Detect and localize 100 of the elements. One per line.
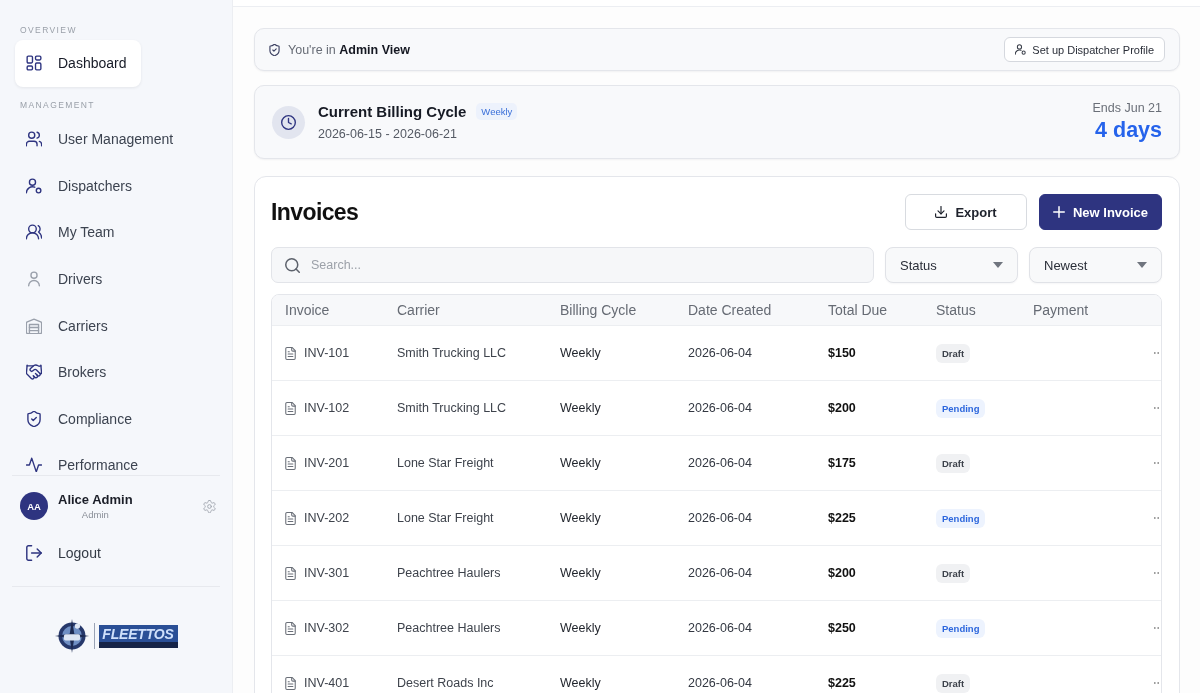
status-badge: Pending <box>936 508 986 528</box>
nav-item[interactable]: Carriers <box>15 302 122 349</box>
document-icon <box>285 676 296 690</box>
nav-item[interactable]: Dispatchers <box>15 162 146 210</box>
table-cell-text: 2026-06-04 <box>688 676 753 690</box>
export-button[interactable]: Export <box>905 194 1027 230</box>
download-icon <box>935 206 948 218</box>
nav-item[interactable]: Brokers <box>15 348 121 396</box>
table-cell-text: Weekly <box>560 621 602 635</box>
caret-icon <box>993 262 1003 268</box>
table-cell: INV-201 <box>304 456 350 470</box>
column-header: Total Due <box>828 302 889 318</box>
table-cell-text: $225 <box>828 511 857 525</box>
table-cell-text: 2026-06-04 <box>688 346 753 360</box>
handshake-icon <box>26 364 42 381</box>
user-role: Admin <box>80 509 110 520</box>
date-range: 2026-06-15 - 2026-06-21 <box>318 127 458 141</box>
search-field[interactable]: Search... <box>271 247 874 283</box>
table-cell: INV-101 <box>304 346 350 360</box>
logo-wordmark: FLEETTOS <box>99 624 178 648</box>
nav-item[interactable]: Compliance <box>15 395 146 443</box>
table-cell-text: Weekly <box>560 401 602 415</box>
table-cell-text: $250 <box>828 621 857 635</box>
table-cell-text: 2026-06-04 <box>688 401 753 415</box>
nav-item[interactable]: Performance <box>15 442 153 472</box>
table-cell: INV-301 <box>304 566 350 580</box>
document-icon <box>285 511 296 525</box>
dispatcher-profile-button[interactable]: Set up Dispatcher Profile <box>1004 37 1165 62</box>
table-cell: INV-102 <box>304 401 350 415</box>
table-cell-text: 2026-06-04 <box>688 511 753 525</box>
status-badge: Pending <box>936 618 986 638</box>
table-cell-text: Lone Star Freight <box>397 456 495 470</box>
table-cell: INV-401 <box>304 676 350 690</box>
nav-item[interactable]: My Team <box>15 209 129 256</box>
settings-icon[interactable] <box>203 499 216 513</box>
nav-item[interactable]: User Management <box>15 116 188 163</box>
status-badge: Draft <box>936 343 971 363</box>
user-gear-icon <box>1015 44 1027 55</box>
logout-link[interactable]: Logout <box>26 536 101 570</box>
table-cell-text: Smith Trucking LLC <box>397 401 508 415</box>
status-badge: Draft <box>936 673 971 693</box>
section-label: MANAGEMENT <box>19 99 95 111</box>
table-cell-text: Peachtree Haulers <box>397 566 502 580</box>
plus-icon <box>1052 206 1065 218</box>
table-cell-text: $150 <box>828 346 857 360</box>
table-cell-text: $225 <box>828 676 857 690</box>
column-header: Carrier <box>397 302 441 318</box>
nav-item[interactable]: Drivers <box>15 255 117 303</box>
status-badge: Draft <box>936 563 971 583</box>
table-cell-text: Weekly <box>560 566 602 580</box>
table-cell-text: Weekly <box>560 676 602 690</box>
new-invoice-button[interactable]: New Invoice <box>1039 194 1162 230</box>
section-label: OVERVIEW <box>19 24 77 36</box>
column-header: Status <box>936 302 977 318</box>
status-badge: Draft <box>936 453 971 473</box>
logout-icon <box>26 545 42 561</box>
table-cell-text: Lone Star Freight <box>397 511 495 525</box>
document-icon <box>285 621 296 635</box>
table-cell-text: $200 <box>828 566 857 580</box>
document-icon <box>285 456 296 470</box>
user-gear-icon <box>26 177 42 194</box>
table-cell-text: Weekly <box>560 346 602 360</box>
admin-view-notice: You're in Admin View <box>288 42 410 57</box>
grid-icon <box>26 55 42 72</box>
clock-icon <box>272 105 305 139</box>
days-remaining: 4 days <box>1094 118 1162 143</box>
column-header: Invoice <box>285 302 331 318</box>
billing-cycle-title: Current Billing Cycle <box>318 103 467 120</box>
shield-check-icon <box>269 43 280 56</box>
column-header: Payment <box>1033 302 1090 318</box>
nav-item[interactable]: Dashboard <box>15 40 141 87</box>
caret-icon <box>1137 262 1147 268</box>
search-icon <box>285 257 300 273</box>
end-date: Ends Jun 21 <box>1092 101 1162 115</box>
warehouse-icon <box>26 317 42 334</box>
table-cell: INV-202 <box>304 511 350 525</box>
table-cell-text: Smith Trucking LLC <box>397 346 508 360</box>
users-icon <box>26 224 42 241</box>
table-cell-text: 2026-06-04 <box>688 621 753 635</box>
table-cell-text: Desert Roads Inc <box>397 676 495 690</box>
document-icon <box>285 401 296 415</box>
page-title: Invoices <box>271 198 359 226</box>
table-cell-text: Peachtree Haulers <box>397 621 502 635</box>
document-icon <box>285 566 296 580</box>
column-header: Billing Cycle <box>560 302 638 318</box>
pulse-icon <box>26 457 42 472</box>
table-cell-text: $200 <box>828 401 857 415</box>
table-cell-text: 2026-06-04 <box>688 456 753 470</box>
table-cell-text: 2026-06-04 <box>688 566 753 580</box>
dropdown[interactable]: Newest <box>1029 247 1162 283</box>
user-icon <box>26 271 42 288</box>
table-cell-text: $175 <box>828 456 857 470</box>
table-cell-text: Weekly <box>560 511 602 525</box>
column-header: Date Created <box>688 302 773 318</box>
dropdown[interactable]: Status <box>885 247 1018 283</box>
cycle-badge: Weekly <box>476 103 518 120</box>
document-icon <box>285 346 296 360</box>
user-name: Alice Admin <box>58 492 133 507</box>
avatar: AA <box>20 492 48 520</box>
shield-check-icon <box>26 410 42 427</box>
